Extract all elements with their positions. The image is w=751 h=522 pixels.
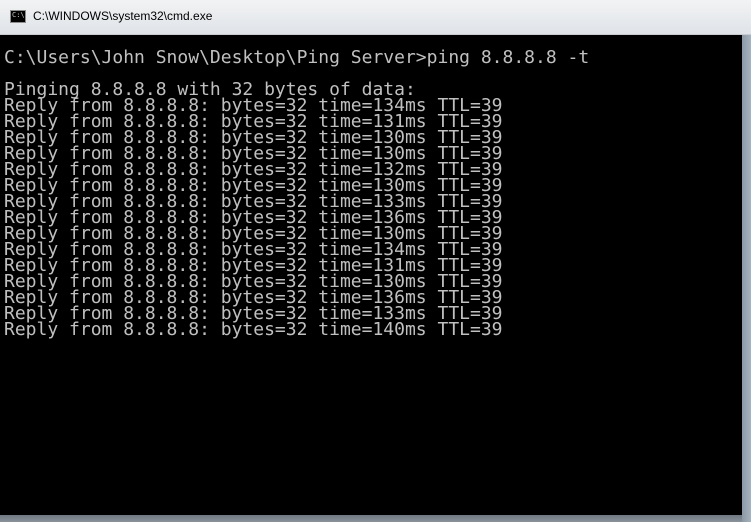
console-output[interactable]: C:\Users\John Snow\Desktop\Ping Server>p… (0, 35, 742, 515)
cmd-window: C:\ C:\WINDOWS\system32\cmd.exe C:\Users… (0, 0, 751, 522)
window-bottom-border (0, 515, 742, 522)
cmd-icon[interactable]: C:\ (10, 10, 26, 23)
command-prompt-line: C:\Users\John Snow\Desktop\Ping Server>p… (4, 47, 590, 68)
title-bar[interactable]: C:\ C:\WINDOWS\system32\cmd.exe (0, 0, 751, 35)
reply-line: Reply from 8.8.8.8: bytes=32 time=140ms … (4, 319, 503, 340)
window-right-border (742, 35, 751, 522)
window-title: C:\WINDOWS\system32\cmd.exe (33, 9, 213, 23)
